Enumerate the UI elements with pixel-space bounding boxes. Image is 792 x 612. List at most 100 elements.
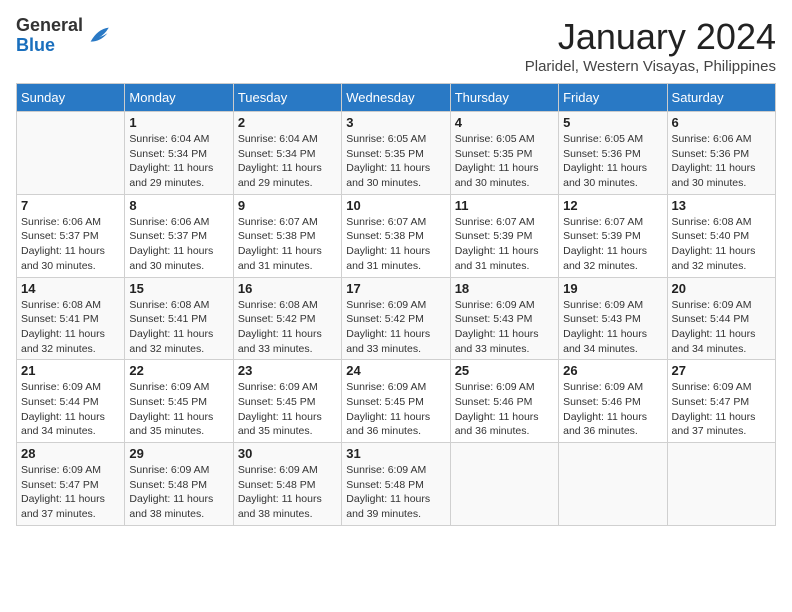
day-number: 15 [129,281,228,296]
calendar-cell: 2 Sunrise: 6:04 AMSunset: 5:34 PMDaylight… [233,112,341,195]
calendar-cell: 4Sunrise: 6:05 AMSunset: 5:35 PMDaylight… [450,112,558,195]
calendar-cell: 29Sunrise: 6:09 AMSunset: 5:48 PMDayligh… [125,443,233,526]
month-title: January 2024 [525,16,776,58]
day-number: 24 [346,363,445,378]
logo: General Blue [16,16,113,56]
day-detail: Sunrise: 6:06 AMSunset: 5:37 PMDaylight:… [129,215,228,274]
day-detail: Sunrise: 6:09 AMSunset: 5:46 PMDaylight:… [455,380,554,439]
day-number: 30 [238,446,337,461]
day-detail: Sunrise: 6:07 AMSunset: 5:38 PMDaylight:… [238,215,337,274]
calendar-cell: 22 Sunrise: 6:09 AMSunset: 5:45 PMDayligh… [125,360,233,443]
day-number: 31 [346,446,445,461]
calendar-cell: 23 Sunrise: 6:09 AMSunset: 5:45 PMDayligh… [233,360,341,443]
weekday-header: Friday [559,84,667,112]
day-number: 21 [21,363,120,378]
day-detail: Sunrise: 6:08 AMSunset: 5:41 PMDaylight:… [21,298,120,357]
calendar-cell: 14Sunrise: 6:08 AMSunset: 5:41 PMDayligh… [17,277,125,360]
day-number: 16 [238,281,337,296]
day-detail: Sunrise: 6:07 AMSunset: 5:38 PMDaylight:… [346,215,445,274]
calendar-cell: 30 Sunrise: 6:09 AMSunset: 5:48 PMDayligh… [233,443,341,526]
calendar-table: SundayMondayTuesdayWednesdayThursdayFrid… [16,83,776,526]
day-detail: Sunrise: 6:09 AMSunset: 5:44 PMDaylight:… [672,298,771,357]
calendar-cell: 9 Sunrise: 6:07 AMSunset: 5:38 PMDaylight… [233,194,341,277]
calendar-cell [17,112,125,195]
calendar-cell: 28Sunrise: 6:09 AMSunset: 5:47 PMDayligh… [17,443,125,526]
calendar-week-row: 28Sunrise: 6:09 AMSunset: 5:47 PMDayligh… [17,443,776,526]
calendar-week-row: 1 Sunrise: 6:04 AMSunset: 5:34 PMDaylight… [17,112,776,195]
day-detail: Sunrise: 6:09 AMSunset: 5:43 PMDaylight:… [563,298,662,357]
day-number: 6 [672,115,771,130]
day-number: 23 [238,363,337,378]
day-number: 25 [455,363,554,378]
day-detail: Sunrise: 6:06 AMSunset: 5:37 PMDaylight:… [21,215,120,274]
calendar-cell: 21 Sunrise: 6:09 AMSunset: 5:44 PMDayligh… [17,360,125,443]
day-detail: Sunrise: 6:09 AMSunset: 5:48 PMDaylight:… [238,463,337,522]
day-number: 4 [455,115,554,130]
calendar-cell: 5 Sunrise: 6:05 AMSunset: 5:36 PMDaylight… [559,112,667,195]
weekday-header: Saturday [667,84,775,112]
day-detail: Sunrise: 6:07 AMSunset: 5:39 PMDaylight:… [563,215,662,274]
day-detail: Sunrise: 6:09 AMSunset: 5:43 PMDaylight:… [455,298,554,357]
calendar-cell [450,443,558,526]
day-detail: Sunrise: 6:07 AMSunset: 5:39 PMDaylight:… [455,215,554,274]
day-detail: Sunrise: 6:09 AMSunset: 5:46 PMDaylight:… [563,380,662,439]
calendar-cell: 15Sunrise: 6:08 AMSunset: 5:41 PMDayligh… [125,277,233,360]
day-detail: Sunrise: 6:08 AMSunset: 5:42 PMDaylight:… [238,298,337,357]
day-number: 27 [672,363,771,378]
day-detail: Sunrise: 6:09 AMSunset: 5:44 PMDaylight:… [21,380,120,439]
day-detail: Sunrise: 6:09 AMSunset: 5:45 PMDaylight:… [238,380,337,439]
calendar-cell: 26 Sunrise: 6:09 AMSunset: 5:46 PMDayligh… [559,360,667,443]
weekday-header: Thursday [450,84,558,112]
calendar-week-row: 7 Sunrise: 6:06 AMSunset: 5:37 PMDaylight… [17,194,776,277]
day-detail: Sunrise: 6:09 AMSunset: 5:45 PMDaylight:… [346,380,445,439]
day-detail: Sunrise: 6:08 AMSunset: 5:40 PMDaylight:… [672,215,771,274]
weekday-header: Tuesday [233,84,341,112]
logo-general: General [16,15,83,35]
day-detail: Sunrise: 6:09 AMSunset: 5:47 PMDaylight:… [672,380,771,439]
calendar-cell: 25 Sunrise: 6:09 AMSunset: 5:46 PMDayligh… [450,360,558,443]
calendar-cell: 1 Sunrise: 6:04 AMSunset: 5:34 PMDaylight… [125,112,233,195]
day-number: 9 [238,198,337,213]
day-detail: Sunrise: 6:09 AMSunset: 5:42 PMDaylight:… [346,298,445,357]
calendar-cell: 20Sunrise: 6:09 AMSunset: 5:44 PMDayligh… [667,277,775,360]
day-number: 26 [563,363,662,378]
day-number: 13 [672,198,771,213]
weekday-header: Wednesday [342,84,450,112]
calendar-cell: 19 Sunrise: 6:09 AMSunset: 5:43 PMDayligh… [559,277,667,360]
day-number: 22 [129,363,228,378]
day-detail: Sunrise: 6:04 AMSunset: 5:34 PMDaylight:… [129,132,228,191]
day-number: 1 [129,115,228,130]
day-number: 10 [346,198,445,213]
day-number: 19 [563,281,662,296]
logo-blue: Blue [16,35,55,55]
day-detail: Sunrise: 6:05 AMSunset: 5:36 PMDaylight:… [563,132,662,191]
day-detail: Sunrise: 6:06 AMSunset: 5:36 PMDaylight:… [672,132,771,191]
calendar-week-row: 14Sunrise: 6:08 AMSunset: 5:41 PMDayligh… [17,277,776,360]
calendar-cell: 11 Sunrise: 6:07 AMSunset: 5:39 PMDayligh… [450,194,558,277]
calendar-cell: 7 Sunrise: 6:06 AMSunset: 5:37 PMDaylight… [17,194,125,277]
day-number: 11 [455,198,554,213]
calendar-cell: 31Sunrise: 6:09 AMSunset: 5:48 PMDayligh… [342,443,450,526]
day-number: 8 [129,198,228,213]
weekday-header-row: SundayMondayTuesdayWednesdayThursdayFrid… [17,84,776,112]
day-detail: Sunrise: 6:09 AMSunset: 5:48 PMDaylight:… [129,463,228,522]
title-block: January 2024 Plaridel, Western Visayas, … [525,16,776,75]
calendar-cell: 24 Sunrise: 6:09 AMSunset: 5:45 PMDayligh… [342,360,450,443]
day-detail: Sunrise: 6:09 AMSunset: 5:45 PMDaylight:… [129,380,228,439]
calendar-cell [667,443,775,526]
weekday-header: Sunday [17,84,125,112]
calendar-cell [559,443,667,526]
day-number: 7 [21,198,120,213]
day-detail: Sunrise: 6:05 AMSunset: 5:35 PMDaylight:… [346,132,445,191]
day-number: 18 [455,281,554,296]
calendar-cell: 10 Sunrise: 6:07 AMSunset: 5:38 PMDayligh… [342,194,450,277]
day-number: 2 [238,115,337,130]
calendar-cell: 8 Sunrise: 6:06 AMSunset: 5:37 PMDaylight… [125,194,233,277]
weekday-header: Monday [125,84,233,112]
calendar-cell: 13 Sunrise: 6:08 AMSunset: 5:40 PMDayligh… [667,194,775,277]
location: Plaridel, Western Visayas, Philippines [525,58,776,75]
calendar-cell: 3Sunrise: 6:05 AMSunset: 5:35 PMDaylight… [342,112,450,195]
day-detail: Sunrise: 6:04 AMSunset: 5:34 PMDaylight:… [238,132,337,191]
calendar-cell: 17Sunrise: 6:09 AMSunset: 5:42 PMDayligh… [342,277,450,360]
day-number: 5 [563,115,662,130]
